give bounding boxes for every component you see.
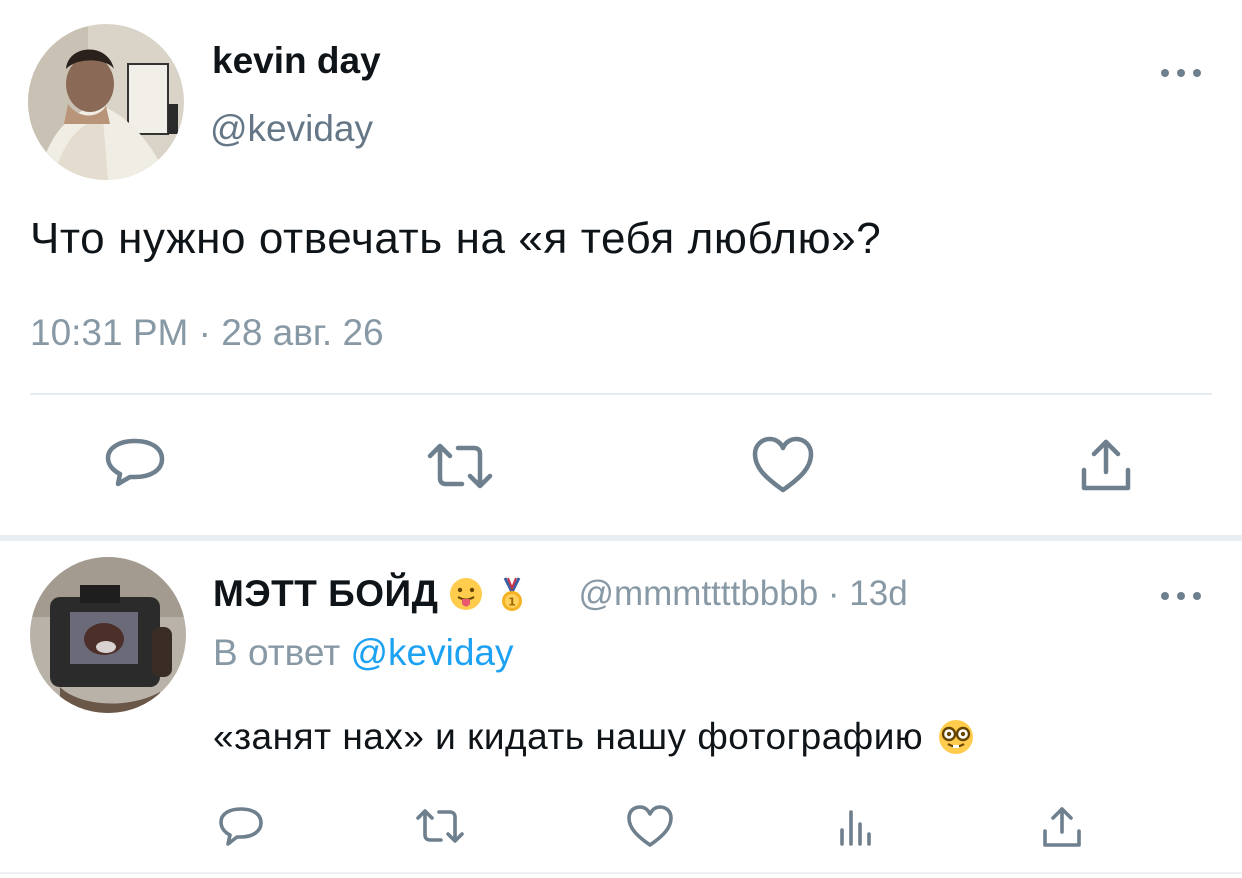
svg-text:1: 1 xyxy=(509,596,517,609)
reply-to-line: В ответ @keviday xyxy=(213,632,514,674)
reply-to-label: В ответ xyxy=(213,632,341,673)
reply-author-name[interactable]: МЭТТ БОЙД xyxy=(213,573,438,615)
main-tweet[interactable]: kevin day @keviday Что нужно отвечать на… xyxy=(0,0,1242,535)
divider xyxy=(30,393,1212,395)
medal-emoji: 1 xyxy=(494,576,530,612)
tweet-timestamp[interactable]: 10:31 PM · 28 авг. 26 xyxy=(30,312,384,354)
tweet-text: Что нужно отвечать на «я тебя люблю»? xyxy=(30,214,882,263)
reply-author-handle[interactable]: @mmmttttbbbb · 13d xyxy=(578,574,907,614)
author-handle[interactable]: @keviday xyxy=(210,108,373,150)
share-icon[interactable] xyxy=(1080,438,1132,492)
more-dots-icon[interactable] xyxy=(1158,586,1204,606)
author-avatar[interactable] xyxy=(28,24,184,180)
reply-to-handle-link[interactable]: @keviday xyxy=(351,632,514,673)
like-icon[interactable] xyxy=(626,804,674,848)
analytics-icon[interactable] xyxy=(834,806,878,846)
tongue-face-emoji xyxy=(448,576,484,612)
retweet-icon[interactable] xyxy=(414,806,466,846)
thread-separator xyxy=(0,535,1242,541)
author-name[interactable]: kevin day xyxy=(212,40,381,82)
reply-text-row: «занят нах» и кидать нашу фотографию xyxy=(213,716,975,758)
reply-icon[interactable] xyxy=(104,438,166,494)
reply-author-row: МЭТТ БОЙД 1 @mmmttttbbbb · 13d xyxy=(213,572,908,616)
retweet-icon[interactable] xyxy=(424,440,496,492)
like-icon[interactable] xyxy=(752,436,814,494)
divider xyxy=(0,872,1242,874)
reply-author-avatar[interactable] xyxy=(30,557,186,713)
reply-icon[interactable] xyxy=(218,806,264,848)
nerd-face-emoji xyxy=(937,718,975,756)
more-dots-icon[interactable] xyxy=(1158,60,1204,86)
share-icon[interactable] xyxy=(1042,806,1082,848)
reply-text: «занят нах» и кидать нашу фотографию xyxy=(213,716,924,757)
